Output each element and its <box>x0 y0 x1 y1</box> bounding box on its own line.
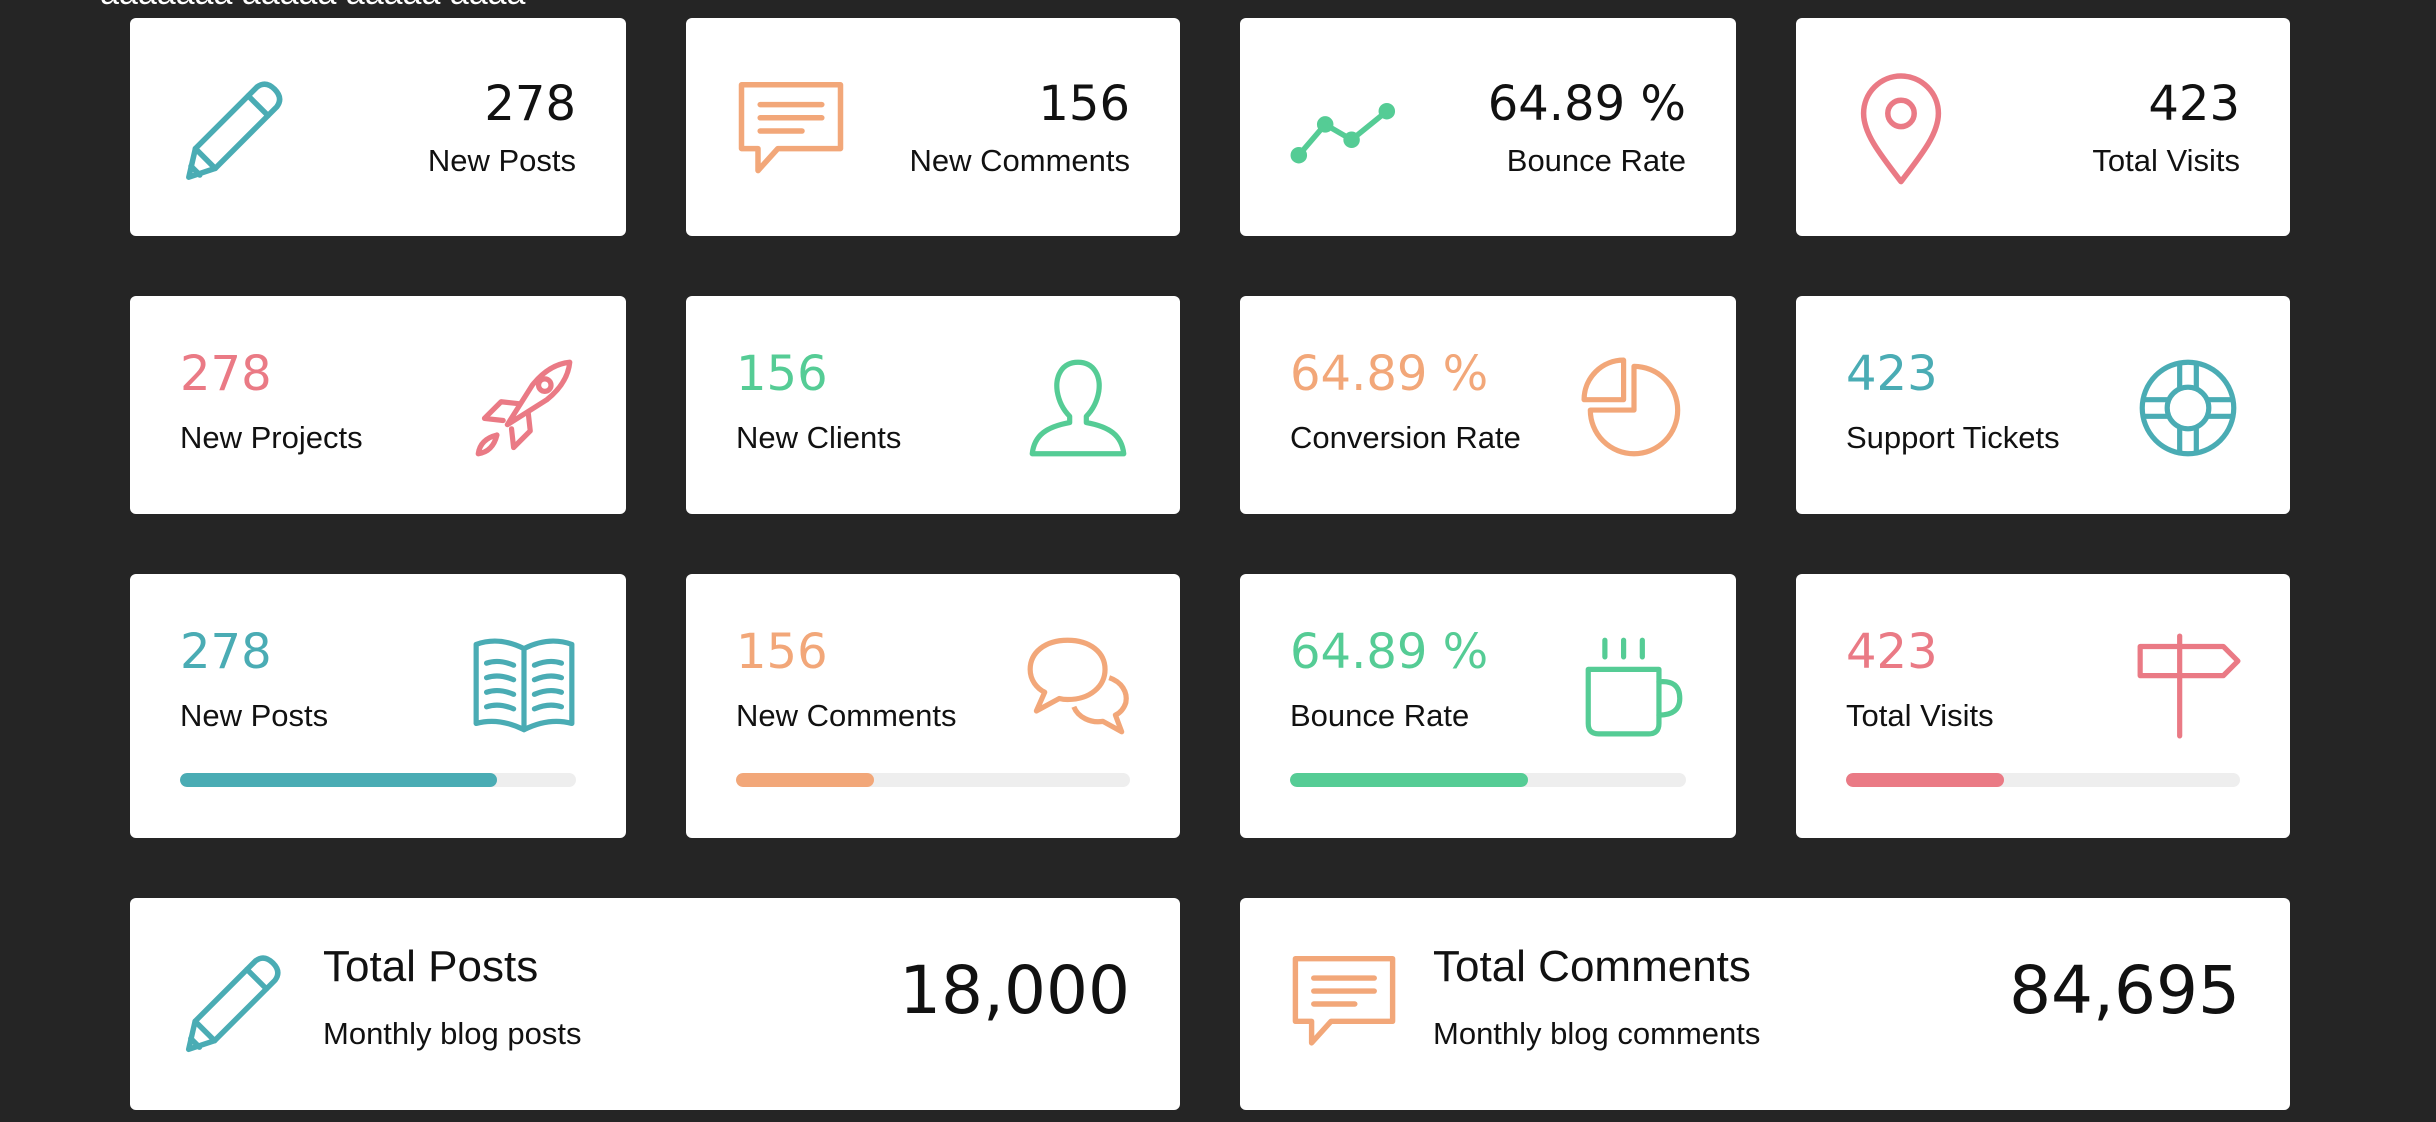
stat-card-new-posts: 278 New Posts <box>130 18 626 236</box>
page-title: aaaaaaa aaaaa aaaaa aaaa <box>100 0 525 13</box>
progress-card-new-comments: 156 New Comments <box>686 574 1180 838</box>
stat-card-bounce-rate: 64.89 % Bounce Rate <box>1240 18 1736 236</box>
summary-card-total-posts: Total Posts Monthly blog posts 18,000 <box>130 898 1180 1110</box>
progress-bar <box>180 773 576 787</box>
summary-card-total-comments: Total Comments Monthly blog comments 84,… <box>1240 898 2290 1110</box>
progress-card-new-posts: 278 New Posts <box>130 574 626 838</box>
line-chart-icon <box>1290 76 1400 186</box>
map-pin-icon <box>1846 73 1956 186</box>
stat-value: 278 <box>180 346 272 402</box>
stat-card-new-clients: 156 New Clients <box>686 296 1180 514</box>
summary-subtitle: Monthly blog comments <box>1433 1016 1761 1051</box>
stat-value: 278 <box>484 76 576 132</box>
stat-label: Conversion Rate <box>1290 420 1521 455</box>
summary-value: 18,000 <box>899 952 1130 1029</box>
stat-label: Bounce Rate <box>1290 698 1470 733</box>
stat-label: Total Visits <box>2092 143 2240 178</box>
progress-fill <box>736 773 874 787</box>
progress-fill <box>180 773 497 787</box>
stat-value: 278 <box>180 624 272 680</box>
stat-value: 156 <box>1038 76 1130 132</box>
pie-chart-icon <box>1581 356 1686 460</box>
stat-value: 64.89 % <box>1290 346 1489 402</box>
stat-value: 64.89 % <box>1487 76 1686 132</box>
rocket-icon <box>472 356 576 460</box>
progress-bar <box>1290 773 1686 787</box>
stat-label: New Comments <box>736 698 957 733</box>
stat-value: 423 <box>1846 624 1938 680</box>
summary-title: Total Comments <box>1433 942 1751 991</box>
stat-label: New Comments <box>909 143 1131 178</box>
stat-card-support-tickets: 423 Support Tickets <box>1796 296 2290 514</box>
progress-fill <box>1846 773 2004 787</box>
summary-value: 84,695 <box>2009 952 2240 1029</box>
stat-value: 423 <box>2148 76 2240 132</box>
stat-label: New Posts <box>180 698 329 733</box>
stat-value: 156 <box>736 624 828 680</box>
progress-fill <box>1290 773 1528 787</box>
summary-title: Total Posts <box>323 942 539 991</box>
book-icon <box>472 634 576 738</box>
comment-icon <box>736 76 846 186</box>
progress-card-total-visits: 423 Total Visits <box>1796 574 2290 838</box>
signpost-icon <box>2136 633 2241 739</box>
progress-card-bounce-rate: 64.89 % Bounce Rate <box>1240 574 1736 838</box>
summary-subtitle: Monthly blog posts <box>323 1016 582 1051</box>
comment-icon <box>1290 950 1398 1058</box>
stat-label: Bounce Rate <box>1506 143 1686 178</box>
coffee-mug-icon <box>1582 634 1686 738</box>
pencil-icon <box>180 950 288 1058</box>
stat-value: 423 <box>1846 346 1938 402</box>
stat-label: New Clients <box>736 420 902 455</box>
stat-card-new-projects: 278 New Projects <box>130 296 626 514</box>
stat-label: Support Tickets <box>1846 420 2060 455</box>
stat-value: 156 <box>736 346 828 402</box>
pencil-icon <box>180 76 290 186</box>
stat-card-total-visits: 423 Total Visits <box>1796 18 2290 236</box>
progress-bar <box>736 773 1130 787</box>
stat-card-conversion-rate: 64.89 % Conversion Rate <box>1240 296 1736 514</box>
stat-label: New Posts <box>427 143 576 178</box>
chat-bubbles-icon <box>1026 634 1130 738</box>
stat-label: Total Visits <box>1846 698 1994 733</box>
stat-label: New Projects <box>180 420 363 455</box>
user-icon <box>1026 356 1130 460</box>
stat-card-new-comments: 156 New Comments <box>686 18 1180 236</box>
progress-bar <box>1846 773 2240 787</box>
lifebuoy-icon <box>2136 356 2240 460</box>
stat-value: 64.89 % <box>1290 624 1489 680</box>
